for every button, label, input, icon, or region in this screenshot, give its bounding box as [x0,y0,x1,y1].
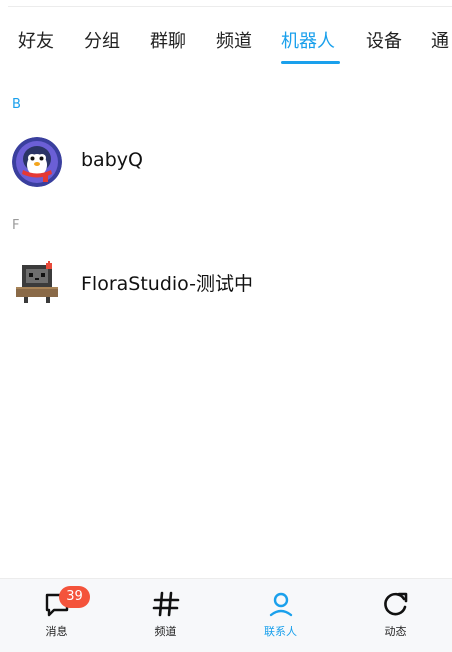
section-letter-b: B [12,97,21,112]
nav-contacts[interactable]: 联系人 [224,579,337,652]
nav-label: 动态 [384,625,407,638]
active-tab-indicator [281,61,340,64]
contact-row[interactable]: FloraStudio-测试中 [0,251,452,311]
section-letter-f: F [12,218,20,233]
tab-robots[interactable]: 机器人 [281,28,335,56]
tab-groups[interactable]: 分组 [84,28,120,56]
avatar [12,137,62,187]
unread-badge: 39 [59,586,90,608]
tab-channels[interactable]: 频道 [216,28,252,56]
tab-devices[interactable]: 设备 [366,28,402,56]
contact-name: babyQ [81,149,143,171]
hash-icon [152,591,179,617]
nav-label: 消息 [45,625,68,638]
tab-group-chats[interactable]: 群聊 [150,28,186,56]
person-icon [269,592,292,617]
refresh-icon [383,592,407,616]
nav-label: 联系人 [264,625,297,638]
nav-messages[interactable]: 39 消息 [0,579,113,652]
avatar [12,257,62,307]
tab-contacts-more[interactable]: 通 [431,28,449,56]
nav-label: 频道 [154,625,177,638]
top-divider [8,6,452,7]
contact-row[interactable]: babyQ [0,131,452,191]
tab-friends[interactable]: 好友 [18,28,54,56]
bottom-navigation: 39 消息 频道 联系人 动态 [0,578,452,652]
nav-moments[interactable]: 动态 [339,579,452,652]
nav-channels[interactable]: 频道 [109,579,222,652]
contact-name: FloraStudio-测试中 [81,273,254,295]
